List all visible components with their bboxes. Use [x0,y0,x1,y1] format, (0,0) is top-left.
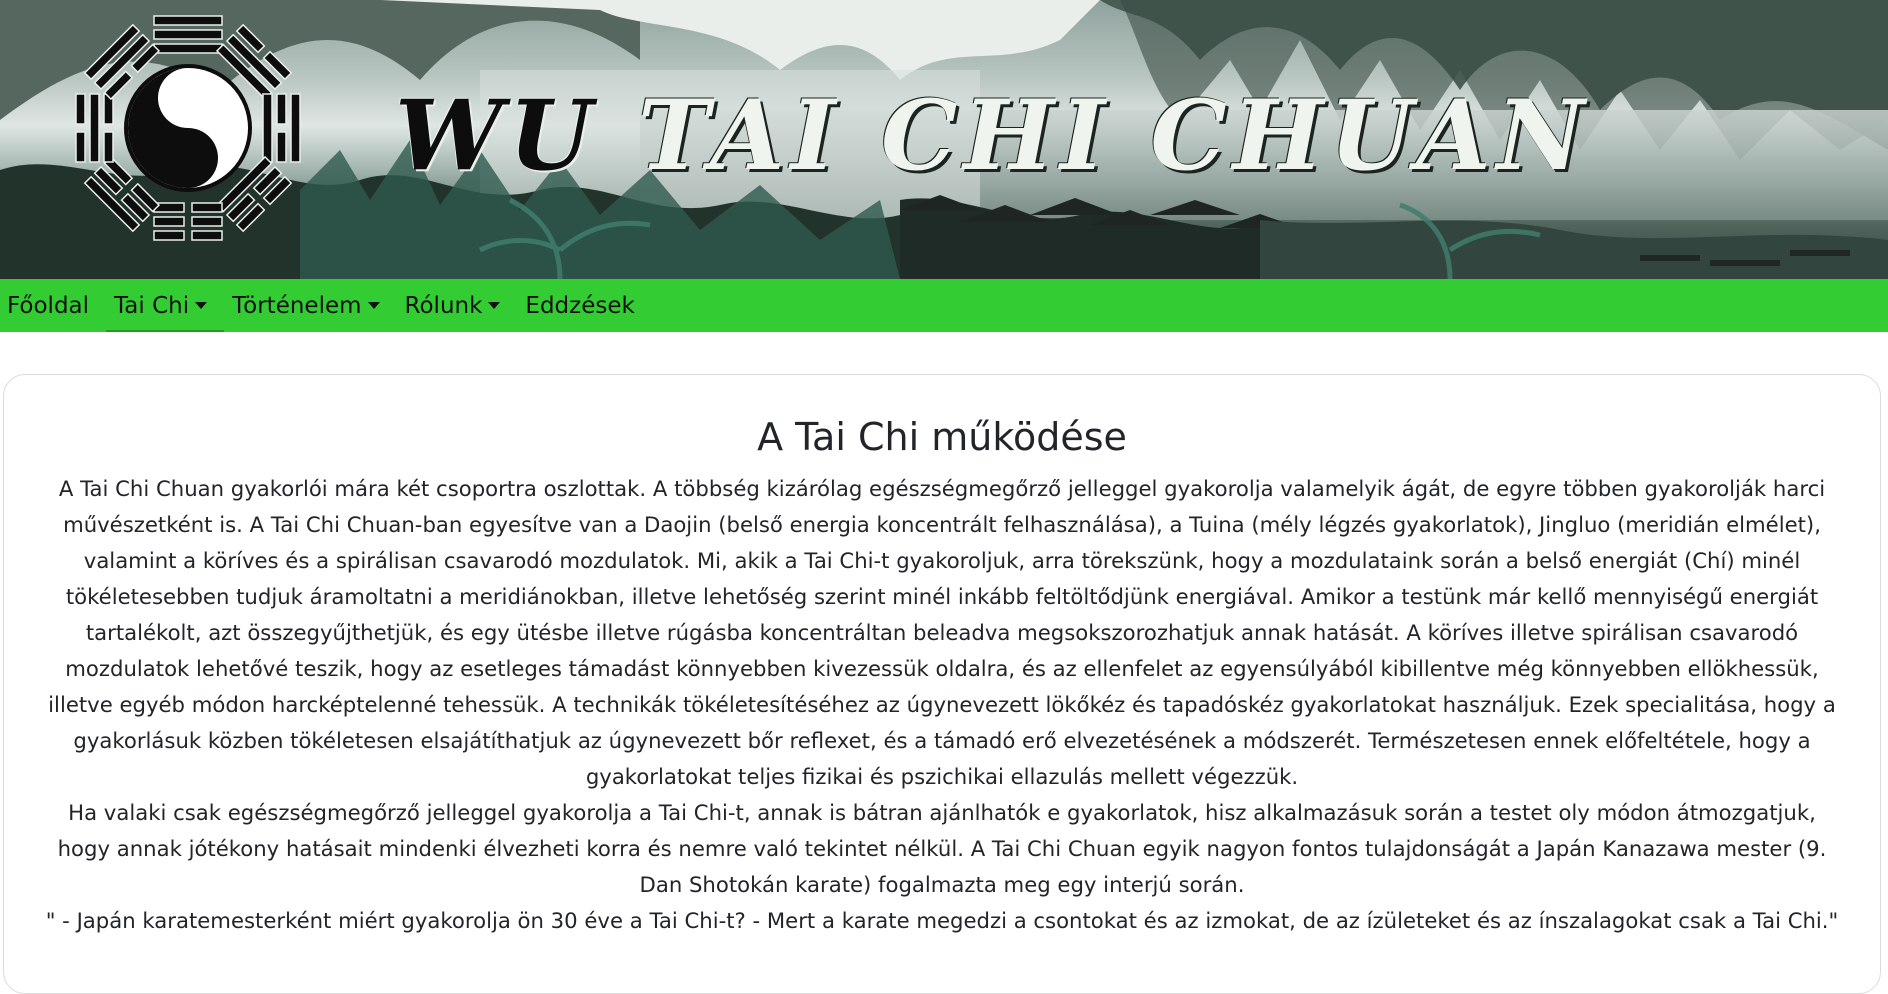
yin-yang-bagua-icon [75,15,301,241]
banner-title-wu: WU [395,79,599,192]
page-title: A Tai Chi működése [757,415,1127,459]
banner-title-rest: TAI CHI CHUAN [637,79,1591,192]
article-body: A Tai Chi Chuan gyakorlói mára két csopo… [42,471,1842,939]
article-paragraph: Ha valaki csak egészségmegőrző jelleggel… [57,800,1827,897]
article-paragraph: A Tai Chi Chuan gyakorlói mára két csopo… [48,476,1836,789]
nav-item-label: Főoldal [7,292,90,319]
caret-down-icon [488,302,501,309]
nav-item-label: Történelem [232,292,362,319]
header-banner: WU TAI CHI CHUAN [0,0,1888,279]
caret-down-icon [195,302,208,309]
caret-down-icon [367,302,380,309]
article-quote: " - Japán karatemesterként miért gyakoro… [45,908,1839,933]
content-card: A Tai Chi működése A Tai Chi Chuan gyako… [3,374,1881,994]
nav-item-home[interactable]: Főoldal [0,279,106,332]
nav-item-history[interactable]: Történelem [224,279,396,332]
nav-item-label: Rólunk [404,292,483,319]
nav-item-tai-chi[interactable]: Tai Chi [106,279,225,332]
banner-title: WU TAI CHI CHUAN [395,88,1591,184]
main-navbar: Főoldal Tai Chi Történelem Rólunk Eddzés… [0,279,1888,332]
nav-item-label: Eddzések [525,292,635,319]
nav-item-label: Tai Chi [114,292,190,319]
nav-item-about[interactable]: Rólunk [397,279,518,332]
nav-item-trainings[interactable]: Eddzések [517,279,651,332]
